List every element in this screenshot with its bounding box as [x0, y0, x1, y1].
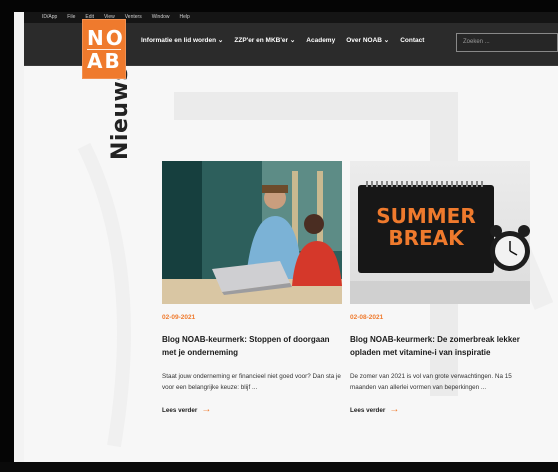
news-card: 02-09-2021 Blog NOAB-keurmerk: Stoppen o…	[162, 161, 342, 415]
article-date: 02-09-2021	[162, 314, 196, 321]
article-title[interactable]: Blog NOAB-keurmerk: Stoppen of doorgaan …	[162, 333, 342, 359]
mac-menu-item[interactable]: File	[67, 12, 75, 23]
mac-menu-item[interactable]: Window	[152, 12, 170, 23]
mac-menu-item[interactable]: ID/App	[42, 12, 57, 23]
nav-item-over-noab[interactable]: Over NOAB ⌄	[346, 36, 389, 46]
article-date: 02-08-2021	[350, 314, 384, 321]
arrow-right-icon: →	[201, 404, 212, 415]
main-menu: Informatie en lid worden ⌄ ZZP'er en MKB…	[141, 36, 424, 46]
nav-item-academy[interactable]: Academy	[306, 36, 335, 46]
alarm-clock-icon	[350, 225, 530, 304]
summer-break-photo[interactable]: SUMMER BREAK	[350, 161, 530, 304]
article-excerpt: De zomer van 2021 is vol van grote verwa…	[350, 373, 512, 391]
read-more-label: Lees verder	[162, 406, 198, 414]
mac-menu-item[interactable]: Help	[180, 12, 190, 23]
office-scene	[162, 161, 342, 304]
nav-item-informatie[interactable]: Informatie en lid worden ⌄	[141, 36, 223, 46]
page-title: Nieuws	[108, 67, 133, 160]
article-title[interactable]: Blog NOAB-keurmerk: De zomerbreak lekker…	[350, 333, 530, 359]
nav-item-zzp[interactable]: ZZP'er en MKB'er ⌄	[234, 36, 295, 46]
noab-logo[interactable]: NO AB	[82, 19, 126, 79]
read-more-link[interactable]: Lees verder →	[162, 404, 342, 415]
logo-line-2: AB	[87, 48, 122, 73]
window-frame-left	[0, 0, 14, 472]
read-more-label: Lees verder	[350, 406, 386, 414]
window-frame-bottom	[0, 462, 558, 472]
article-excerpt: Staat jouw onderneming er financieel nie…	[162, 373, 341, 391]
window-frame-top	[0, 0, 558, 12]
arrow-right-icon: →	[389, 404, 400, 415]
news-card: SUMMER BREAK 02-08-2021 Blog NOAB-keurme…	[350, 161, 530, 415]
logo-line-1: NO	[87, 25, 125, 50]
read-more-link[interactable]: Lees verder →	[350, 404, 530, 415]
mac-menu-item[interactable]: Venters	[125, 12, 142, 23]
search-input[interactable]: Zoeken ...	[456, 33, 558, 52]
nav-item-contact[interactable]: Contact	[400, 36, 424, 46]
office-laptop-photo[interactable]	[162, 161, 342, 304]
